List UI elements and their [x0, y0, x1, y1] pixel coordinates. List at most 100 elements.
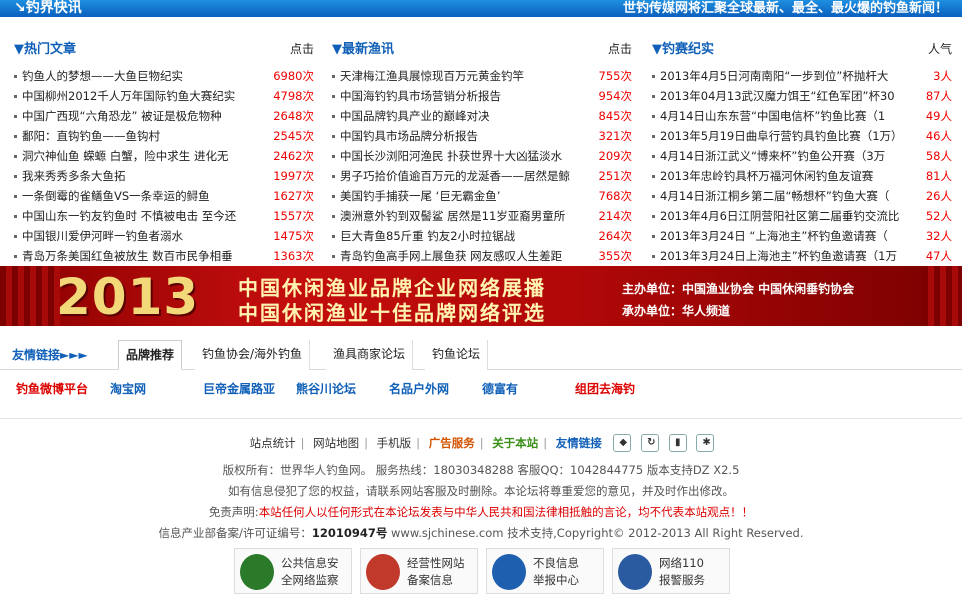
refresh-icon[interactable]: ↻: [641, 434, 660, 452]
list-item[interactable]: 澳洲意外钓到双髻鲨 居然是11岁亚裔男童所 214次: [332, 206, 632, 226]
item-title[interactable]: 中国长沙浏阳河渔民 扑获世界十大凶猛淡水: [340, 146, 580, 166]
item-count: 26人: [925, 189, 952, 203]
partner-link[interactable]: 淘宝网: [110, 380, 146, 397]
partner-link[interactable]: 巨帝金属路亚: [203, 380, 275, 397]
item-title[interactable]: 鄱阳：直钩钓鱼——鱼钩村: [22, 126, 262, 146]
item-title[interactable]: 青岛万条美国红鱼被放生 数百市民争相垂: [22, 246, 262, 266]
list-item[interactable]: 洞穴神仙鱼 蝾螈 白蟹，险中求生 进化无 2462次: [14, 146, 314, 166]
news-header-slogan: 世钓传媒网将汇聚全球最新、最全、最火爆的钓鱼新闻！: [622, 1, 948, 16]
banner-curtain-left: [0, 266, 60, 326]
list-item[interactable]: 巨大青鱼85斤重 钓友2小时拉锯战 264次: [332, 226, 632, 246]
badge-police-110[interactable]: 网络110 报警服务: [612, 548, 730, 594]
item-title[interactable]: 青岛钓鱼高手网上展鱼获 网友感叹人生差距: [340, 246, 580, 266]
badge-report-center[interactable]: 不良信息 举报中心: [486, 548, 604, 594]
shield-icon[interactable]: ◆: [613, 434, 632, 452]
item-title[interactable]: 澳洲意外钓到双髻鲨 居然是11岁亚裔男童所: [340, 206, 580, 226]
item-title[interactable]: 4月14日山东东营“中国电信杯”钓鱼比赛（1: [660, 106, 908, 126]
list-item[interactable]: 我来秀秀多条大鱼拓 1997次: [14, 166, 314, 186]
tournament-heading[interactable]: ▼钓赛纪实: [652, 38, 714, 57]
emblem-icon: [366, 554, 400, 590]
footer-link-ads[interactable]: 广告服务: [424, 435, 480, 451]
item-title[interactable]: 美国钓手捕获一尾 ‘巨无霸金鱼’: [340, 186, 580, 206]
list-item[interactable]: 钓鱼人的梦想——大鱼巨物纪实 6980次: [14, 66, 314, 86]
list-item[interactable]: 美国钓手捕获一尾 ‘巨无霸金鱼’ 768次: [332, 186, 632, 206]
item-title[interactable]: 一条倒霉的雀鳝鱼VS一条幸运的鲟鱼: [22, 186, 262, 206]
item-title[interactable]: 4月14日浙江桐乡第二届“畅想杯”钓鱼大赛（: [660, 186, 908, 206]
item-title[interactable]: 男子巧拾价值逾百万元的龙涎香——居然是鲸: [340, 166, 580, 186]
item-title[interactable]: 2013年4月6日江阴营阳社区第二届垂钓交流比: [660, 206, 908, 226]
list-item[interactable]: 鄱阳：直钩钓鱼——鱼钩村 2545次: [14, 126, 314, 146]
partner-link[interactable]: 德富有: [482, 380, 518, 397]
list-item[interactable]: 中国广西现“六角恐龙” 被证是极危物种 2648次: [14, 106, 314, 126]
item-title[interactable]: 2013年4月5日河南南阳“一步到位”杯抛杆大: [660, 66, 908, 86]
list-item[interactable]: 2013年5月19日曲阜行营钓具钓鱼比赛（1万） 46人: [652, 126, 952, 146]
footer-divider: [0, 418, 962, 419]
tab-tackle-merchant-forum[interactable]: 渔具商家论坛: [326, 340, 414, 370]
item-title[interactable]: 2013年04月13武汉魔力饵王“红色军团”杯30: [660, 86, 908, 106]
item-title[interactable]: 4月14日浙江武义“博来杯”钓鱼公开赛（3万: [660, 146, 908, 166]
partner-link[interactable]: 熊谷川论坛: [296, 380, 356, 397]
disclaimer-text: 本站任何人以任何形式在本论坛发表与中华人民共和国法律相抵触的言论，均不代表本站观…: [258, 505, 754, 519]
item-title[interactable]: 中国品牌钓具产业的巅峰对决: [340, 106, 580, 126]
list-item[interactable]: 2013年3月24日上海池主”杯钓鱼邀请赛（1万 47人: [652, 246, 952, 266]
list-item[interactable]: 中国长沙浏阳河渔民 扑获世界十大凶猛淡水 209次: [332, 146, 632, 166]
item-title[interactable]: 中国山东一钓友钓鱼时 不慎被电击 至今还: [22, 206, 262, 226]
footer-link-sitemap[interactable]: 网站地图: [308, 435, 364, 451]
badge-public-security[interactable]: 公共信息安 全网络监察: [234, 548, 352, 594]
list-item[interactable]: 中国海钓钓具市场营销分析报告 954次: [332, 86, 632, 106]
icp-number[interactable]: 12010947号: [312, 526, 388, 540]
list-item[interactable]: 天津梅江渔具展惊现百万元黄金钓竿 755次: [332, 66, 632, 86]
footer-link-friends[interactable]: 友情链接: [551, 435, 607, 451]
tab-brand-recommend[interactable]: 品牌推荐: [118, 340, 183, 370]
item-title[interactable]: 我来秀秀多条大鱼拓: [22, 166, 262, 186]
item-title[interactable]: 天津梅江渔具展惊现百万元黄金钓竿: [340, 66, 580, 86]
item-title[interactable]: 钓鱼人的梦想——大鱼巨物纪实: [22, 66, 262, 86]
item-title[interactable]: 2013年5月19日曲阜行营钓具钓鱼比赛（1万）: [660, 126, 908, 146]
list-item[interactable]: 中国钓具市场品牌分析报告 321次: [332, 126, 632, 146]
partner-link[interactable]: 名品户外网: [389, 380, 449, 397]
latest-news-count-label: 点击: [607, 42, 632, 56]
item-title[interactable]: 中国广西现“六角恐龙” 被证是极危物种: [22, 106, 262, 126]
list-item[interactable]: 一条倒霉的雀鳝鱼VS一条幸运的鲟鱼 1627次: [14, 186, 314, 206]
item-title[interactable]: 中国银川爱伊河畔一钓鱼者溺水: [22, 226, 262, 246]
list-item[interactable]: 2013年忠岭钓具杯万福河休闲钓鱼友谊赛 81人: [652, 166, 952, 186]
list-item[interactable]: 中国品牌钓具产业的巅峰对决 845次: [332, 106, 632, 126]
partner-link[interactable]: 组团去海钓: [575, 380, 635, 397]
footer-link-stats[interactable]: 站点统计: [245, 435, 301, 451]
bullet-icon: [652, 195, 655, 198]
list-item[interactable]: 青岛钓鱼高手网上展鱼获 网友感叹人生差距 355次: [332, 246, 632, 266]
list-item[interactable]: 4月14日浙江桐乡第二届“畅想杯”钓鱼大赛（ 26人: [652, 186, 952, 206]
cnzz-stats-icon[interactable]: ▮: [668, 434, 687, 452]
list-item[interactable]: 中国银川爱伊河畔一钓鱼者溺水 1475次: [14, 226, 314, 246]
footer-link-mobile[interactable]: 手机版: [372, 435, 417, 451]
item-title[interactable]: 中国海钓钓具市场营销分析报告: [340, 86, 580, 106]
item-title[interactable]: 2013年3月24日 “上海池主”杯钓鱼邀请赛（: [660, 226, 908, 246]
item-title[interactable]: 巨大青鱼85斤重 钓友2小时拉锯战: [340, 226, 580, 246]
partner-link[interactable]: 钓鱼微博平台: [16, 380, 88, 397]
latest-news-heading[interactable]: ▼最新渔讯: [332, 38, 394, 57]
list-item[interactable]: 中国山东一钓友钓鱼时 不慎被电击 至今还 1557次: [14, 206, 314, 226]
list-item[interactable]: 2013年04月13武汉魔力饵王“红色军团”杯30 87人: [652, 86, 952, 106]
list-item[interactable]: 2013年3月24日 “上海池主”杯钓鱼邀请赛（ 32人: [652, 226, 952, 246]
list-item[interactable]: 2013年4月6日江阴营阳社区第二届垂钓交流比 52人: [652, 206, 952, 226]
item-title[interactable]: 2013年3月24日上海池主”杯钓鱼邀请赛（1万: [660, 246, 908, 266]
item-title[interactable]: 中国柳州2012千人万年国际钓鱼大赛纪实: [22, 86, 262, 106]
item-title[interactable]: 2013年忠岭钓具杯万福河休闲钓鱼友谊赛: [660, 166, 908, 186]
badge-business-filing[interactable]: 经营性网站 备案信息: [360, 548, 478, 594]
list-item[interactable]: 4月14日山东东营“中国电信杯”钓鱼比赛（1 49人: [652, 106, 952, 126]
item-title[interactable]: 洞穴神仙鱼 蝾螈 白蟹，险中求生 进化无: [22, 146, 262, 166]
tab-fishing-association[interactable]: 钓鱼协会/海外钓鱼: [195, 340, 311, 370]
item-count: 58人: [925, 149, 952, 163]
bullet-icon: [652, 255, 655, 258]
hot-articles-heading[interactable]: ▼热门文章: [14, 38, 76, 57]
item-title[interactable]: 中国钓具市场品牌分析报告: [340, 126, 580, 146]
list-item[interactable]: 2013年4月5日河南南阳“一步到位”杯抛杆大 3人: [652, 66, 952, 86]
footer-link-about[interactable]: 关于本站: [487, 435, 543, 451]
paw-icon[interactable]: ✱: [696, 434, 715, 452]
list-item[interactable]: 青岛万条美国红鱼被放生 数百市民争相垂 1363次: [14, 246, 314, 266]
list-item[interactable]: 男子巧拾价值逾百万元的龙涎香——居然是鲸 251次: [332, 166, 632, 186]
tab-fishing-forum[interactable]: 钓鱼论坛: [425, 340, 489, 370]
list-item[interactable]: 4月14日浙江武义“博来杯”钓鱼公开赛（3万 58人: [652, 146, 952, 166]
list-item[interactable]: 中国柳州2012千人万年国际钓鱼大赛纪实 4798次: [14, 86, 314, 106]
promo-banner[interactable]: 2013 中国休闲渔业品牌企业网络展播 中国休闲渔业十佳品牌网络评选 主办单位：…: [0, 266, 962, 326]
